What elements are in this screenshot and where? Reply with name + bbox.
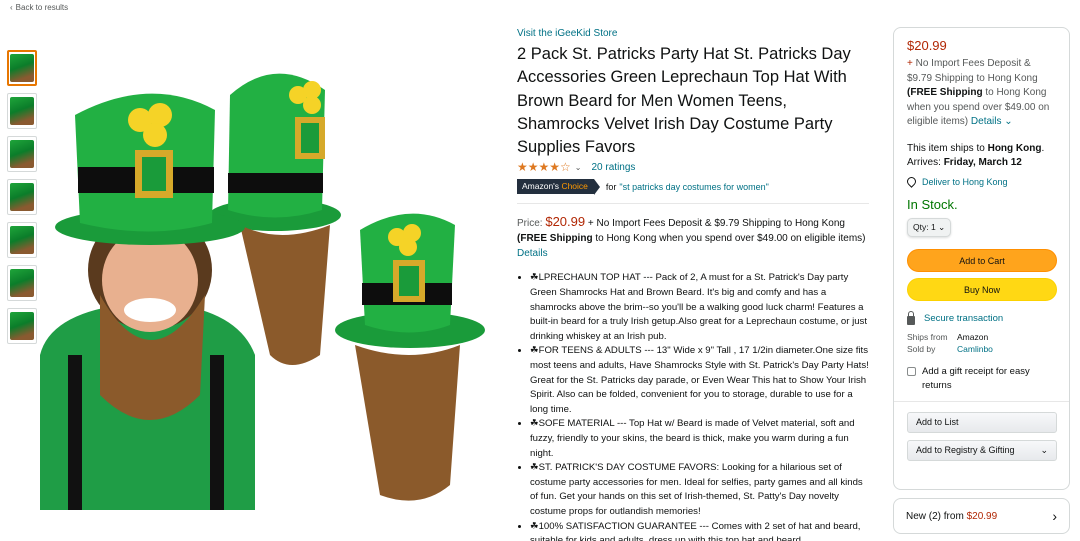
thumbnail-image bbox=[10, 226, 34, 254]
free-shipping-bold: (FREE Shipping bbox=[517, 233, 593, 245]
thumbnail-image bbox=[10, 97, 34, 125]
thumbnail-1[interactable] bbox=[7, 50, 37, 86]
feature-bullet: ☘SOFE MATERIAL --- Top Hat w/ Beard is m… bbox=[530, 417, 869, 461]
chevron-right-icon: › bbox=[1052, 508, 1057, 524]
amazons-choice-badge: Amazon's Choice bbox=[517, 179, 600, 196]
deliver-to-label: Deliver to Hong Kong bbox=[922, 176, 1008, 187]
thumbnail-image bbox=[10, 312, 34, 340]
gift-receipt-option[interactable]: Add a gift receipt for easy returns bbox=[907, 365, 1056, 393]
ships-country: Hong Kong bbox=[987, 142, 1042, 154]
star-rating-icon[interactable]: ★★★★☆ bbox=[517, 160, 571, 174]
quantity-value: Qty: 1 bbox=[913, 221, 936, 232]
choice-keyword-link[interactable]: "st patricks day costumes for women" bbox=[619, 182, 768, 192]
free-shipping-bold: (FREE Shipping bbox=[907, 87, 983, 98]
plus-sign: + bbox=[907, 58, 913, 69]
new-offers-text: New (2) from $20.99 bbox=[906, 511, 997, 522]
gift-receipt-label: Add a gift receipt for easy returns bbox=[922, 365, 1030, 391]
sold-by-label: Sold by bbox=[907, 343, 936, 354]
quantity-select[interactable]: Qty: 1 ⌄ bbox=[907, 217, 952, 237]
thumbnail-7[interactable] bbox=[7, 308, 37, 344]
buybox-price: $20.99 bbox=[907, 38, 947, 53]
ships-to-info: This item ships to Hong Kong. Arrives: F… bbox=[907, 142, 1056, 171]
new-offers-link[interactable]: New (2) from $20.99 › bbox=[893, 498, 1070, 534]
new-offers-price: $20.99 bbox=[966, 510, 998, 522]
location-pin-icon bbox=[905, 175, 918, 188]
thumbnail-image bbox=[10, 54, 34, 82]
chevron-down-icon: ⌄ bbox=[1040, 444, 1048, 455]
add-to-cart-button[interactable]: Add to Cart bbox=[907, 248, 1057, 272]
product-title: 2 Pack St. Patricks Party Hat St. Patric… bbox=[517, 45, 851, 157]
buybox-details-link[interactable]: Details bbox=[971, 116, 1002, 127]
new-offers-label: New (2) from bbox=[906, 510, 964, 522]
thumbnail-image bbox=[10, 183, 34, 211]
ships-prefix: This item ships to bbox=[907, 142, 985, 154]
add-to-list-button[interactable]: Add to List bbox=[907, 411, 1057, 433]
buy-now-button[interactable]: Buy Now bbox=[907, 277, 1057, 301]
feature-bullet: ☘LPRECHAUN TOP HAT --- Pack of 2, A must… bbox=[530, 271, 869, 344]
main-product-image[interactable] bbox=[40, 55, 495, 510]
thumbnail-5[interactable] bbox=[7, 222, 37, 258]
badge-suffix: Choice bbox=[561, 181, 588, 192]
price-block: Price: $20.99 + No Import Fees Deposit &… bbox=[517, 214, 869, 261]
price-value: $20.99 bbox=[545, 214, 586, 230]
deliver-to-link[interactable]: Deliver to Hong Kong bbox=[905, 175, 1056, 188]
back-label: Back to results bbox=[15, 3, 69, 12]
thumbnail-6[interactable] bbox=[7, 265, 37, 301]
divider bbox=[517, 203, 869, 205]
buy-box: $20.99 + No Import Fees Deposit & $9.79 … bbox=[893, 27, 1070, 490]
lock-icon bbox=[907, 310, 915, 325]
add-to-list-label: Add to List bbox=[916, 417, 959, 427]
thumbnail-2[interactable] bbox=[7, 93, 37, 129]
free-shipping-rest: to Hong Kong when you spend over $49.00 … bbox=[595, 233, 866, 245]
product-details: Visit the iGeeKid Store 2 Pack St. Patri… bbox=[517, 28, 869, 541]
badge-prefix: Amazon's bbox=[522, 181, 560, 192]
feature-bullet: ☘ST. PATRICK'S DAY COSTUME FAVORS: Looki… bbox=[530, 461, 869, 519]
thumbnail-3[interactable] bbox=[7, 136, 37, 172]
import-note: No Import Fees Deposit & $9.79 Shipping … bbox=[907, 58, 1038, 84]
arrival-date: Friday, March 12 bbox=[943, 157, 1022, 168]
details-link[interactable]: Details bbox=[517, 248, 548, 259]
add-to-registry-button[interactable]: Add to Registry & Gifting ⌄ bbox=[907, 439, 1057, 461]
divider bbox=[894, 400, 1069, 402]
price-label: Price: bbox=[517, 218, 543, 230]
ratings-count-link[interactable]: 20 ratings bbox=[592, 162, 636, 173]
amazons-choice-row: Amazon's Choice for "st patricks day cos… bbox=[517, 179, 869, 196]
rating-row: ★★★★☆ ⌄ 20 ratings bbox=[517, 160, 869, 174]
feature-bullets: ☘LPRECHAUN TOP HAT --- Pack of 2, A must… bbox=[517, 271, 869, 541]
store-link[interactable]: Visit the iGeeKid Store bbox=[517, 28, 869, 39]
buybox-shipping-note: + No Import Fees Deposit & $9.79 Shippin… bbox=[907, 57, 1056, 130]
seller-info: Ships from Amazon Sold by Camlinbo bbox=[907, 331, 1056, 355]
choice-for-label: for bbox=[605, 181, 617, 192]
thumbnail-strip bbox=[7, 50, 39, 351]
stock-status: In Stock. bbox=[907, 196, 958, 212]
ships-from-label: Ships from bbox=[907, 331, 948, 342]
price-note: + No Import Fees Deposit & $9.79 Shippin… bbox=[587, 218, 845, 230]
chevron-left-icon: ‹ bbox=[10, 3, 13, 12]
thumbnail-image bbox=[10, 269, 34, 297]
back-to-results-link[interactable]: ‹ Back to results bbox=[10, 3, 68, 12]
add-to-registry-label: Add to Registry & Gifting bbox=[916, 445, 1015, 455]
leprechaun-hats-illustration bbox=[40, 73, 485, 510]
chevron-down-icon[interactable]: ⌄ bbox=[575, 163, 582, 172]
gift-receipt-checkbox[interactable] bbox=[907, 366, 916, 376]
thumbnail-image bbox=[10, 140, 34, 168]
feature-bullet: ☘FOR TEENS & ADULTS --- 13" Wide x 9" Ta… bbox=[530, 344, 869, 417]
sold-by-link[interactable]: Camlinbo bbox=[957, 344, 993, 354]
chevron-down-icon[interactable]: ⌄ bbox=[1002, 116, 1012, 127]
ships-from-value: Amazon bbox=[957, 331, 989, 342]
secure-label: Secure transaction bbox=[924, 312, 1004, 324]
secure-transaction-link[interactable]: Secure transaction bbox=[907, 310, 1056, 325]
chevron-down-icon: ⌄ bbox=[938, 221, 946, 232]
feature-bullet: ☘100% SATISFACTION GUARANTEE --- Comes w… bbox=[530, 520, 869, 541]
thumbnail-4[interactable] bbox=[7, 179, 37, 215]
